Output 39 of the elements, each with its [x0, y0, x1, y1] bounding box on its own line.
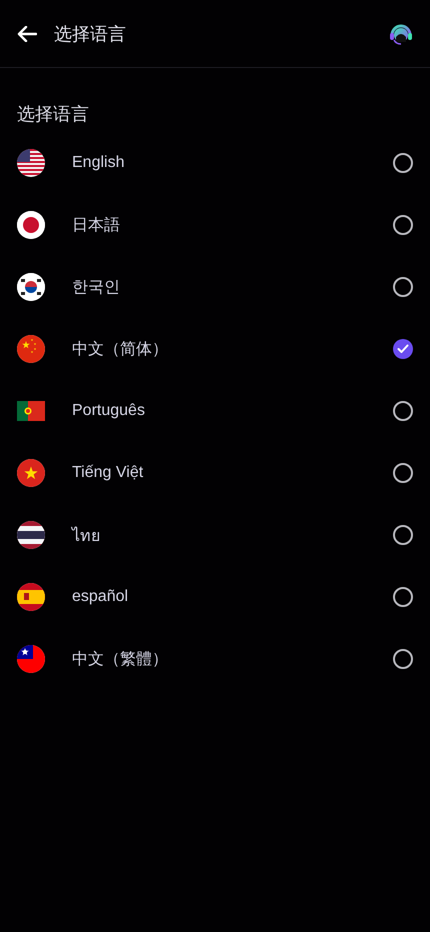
language-label: English [72, 154, 126, 172]
language-label: ไทย [72, 526, 101, 546]
language-label: Tiếng Việt [72, 464, 144, 482]
radio-button[interactable] [393, 587, 413, 607]
radio-button[interactable] [393, 339, 413, 359]
radio-button[interactable] [393, 463, 413, 483]
radio-button[interactable] [393, 277, 413, 297]
language-option[interactable]: ไทย [0, 504, 430, 566]
radio-button[interactable] [393, 401, 413, 421]
flag-icon [17, 211, 45, 239]
flag-icon [17, 583, 45, 611]
language-option[interactable]: Português [0, 380, 430, 442]
flag-icon [17, 335, 45, 363]
language-label: 日本語 [72, 216, 121, 236]
flag-icon [17, 149, 45, 177]
language-option[interactable]: 中文（繁體） [0, 628, 430, 690]
flag-icon [17, 645, 45, 673]
flag-icon [17, 459, 45, 487]
flag-icon [17, 273, 45, 301]
flag-icon [17, 401, 45, 421]
page-title: 选择语言 [54, 22, 127, 46]
language-label: Português [72, 402, 146, 420]
section-title: 选择语言 [16, 103, 90, 126]
language-option[interactable]: Tiếng Việt [0, 442, 430, 504]
language-option[interactable]: 日本語 [0, 194, 430, 256]
radio-button[interactable] [393, 649, 413, 669]
language-label: español [72, 588, 130, 606]
flag-icon [17, 521, 45, 549]
language-label: 한국인 [72, 278, 121, 298]
language-label: 中文（繁體） [72, 650, 169, 670]
language-option[interactable]: español [0, 566, 430, 628]
radio-button[interactable] [393, 153, 413, 173]
language-option[interactable]: 한국인 [0, 256, 430, 318]
language-option[interactable]: 中文（简体） [0, 318, 430, 380]
language-option[interactable]: English [0, 132, 430, 194]
check-icon [397, 344, 409, 354]
radio-button[interactable] [393, 525, 413, 545]
language-label: 中文（简体） [72, 340, 169, 360]
radio-button[interactable] [393, 215, 413, 235]
